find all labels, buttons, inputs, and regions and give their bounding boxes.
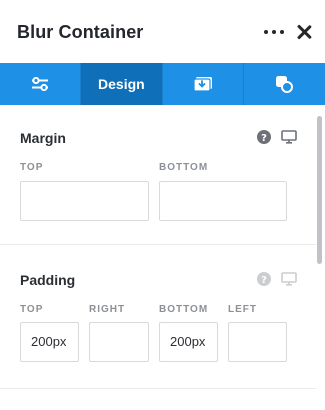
help-icon[interactable]: ?	[257, 130, 271, 144]
svg-text:?: ?	[261, 275, 267, 286]
tab-media[interactable]	[163, 63, 244, 105]
panel-title: Blur Container	[17, 22, 144, 42]
scrollbar[interactable]	[317, 116, 322, 264]
padding-title: Padding	[20, 272, 76, 288]
help-icon[interactable]: ?	[257, 272, 271, 286]
margin-top-input[interactable]	[20, 181, 149, 221]
padding-top-input[interactable]: 200px	[20, 322, 79, 362]
sliders-icon	[32, 77, 49, 91]
close-icon[interactable]	[296, 24, 312, 40]
media-download-icon	[193, 77, 212, 92]
design-panel: Margin ? TOP BOTTOM Padding ? TOP RIGHT …	[0, 105, 316, 410]
shapes-icon	[276, 76, 294, 93]
tab-advanced[interactable]	[244, 63, 325, 105]
panel-header: Blur Container	[0, 0, 325, 63]
section-divider	[0, 388, 316, 389]
tab-design-label: Design	[98, 76, 145, 92]
margin-title: Margin	[20, 130, 66, 146]
padding-top-label: TOP	[20, 304, 44, 315]
desktop-icon[interactable]	[281, 130, 297, 144]
svg-text:?: ?	[261, 133, 267, 144]
margin-bottom-input[interactable]	[159, 181, 287, 221]
padding-bottom-label: BOTTOM	[159, 304, 209, 315]
tab-general[interactable]	[0, 63, 82, 105]
padding-right-label: RIGHT	[89, 304, 126, 315]
margin-section: Margin ? TOP BOTTOM	[0, 105, 316, 244]
tab-design[interactable]: Design	[81, 63, 163, 105]
margin-bottom-label: BOTTOM	[159, 162, 209, 173]
desktop-icon[interactable]	[281, 272, 297, 286]
padding-bottom-input[interactable]: 200px	[159, 322, 218, 362]
padding-left-input[interactable]	[228, 322, 287, 362]
padding-left-label: LEFT	[228, 304, 257, 315]
padding-right-input[interactable]	[89, 322, 149, 362]
more-options-icon[interactable]	[263, 24, 285, 40]
tab-bar: Design	[0, 63, 325, 105]
margin-top-label: TOP	[20, 162, 44, 173]
padding-section: Padding ? TOP RIGHT BOTTOM LEFT 200px 20…	[0, 245, 316, 388]
